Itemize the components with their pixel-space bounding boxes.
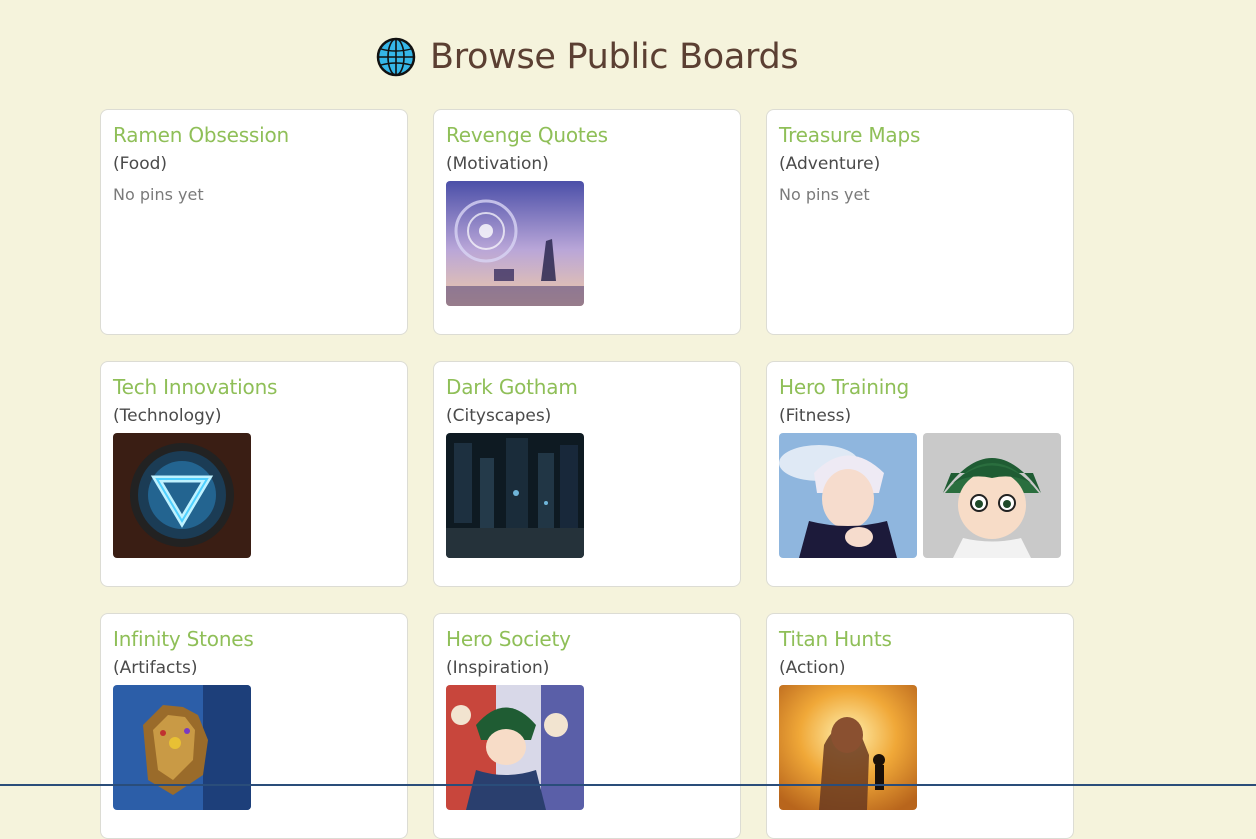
board-card[interactable]: Ramen Obsession (Food) No pins yet — [100, 109, 408, 335]
pin-list — [113, 685, 395, 810]
pin-list — [446, 685, 728, 810]
board-name[interactable]: Tech Innovations — [113, 373, 395, 401]
board-category: (Artifacts) — [113, 658, 198, 678]
board-card[interactable]: Hero Training (Fitness) — [766, 361, 1074, 587]
board-name[interactable]: Infinity Stones — [113, 625, 395, 653]
board-name[interactable]: Treasure Maps — [779, 121, 1061, 149]
empty-pins-text: No pins yet — [779, 185, 870, 204]
board-name[interactable]: Titan Hunts — [779, 625, 1061, 653]
dark-city-image[interactable] — [446, 433, 584, 558]
pin-list — [113, 433, 395, 558]
white-hair-character-image[interactable] — [779, 433, 917, 558]
board-category: (Inspiration) — [446, 658, 550, 678]
board-category: (Motivation) — [446, 154, 549, 174]
board-name[interactable]: Dark Gotham — [446, 373, 728, 401]
boards-grid: Ramen Obsession (Food) No pins yet Reven… — [100, 109, 1075, 839]
empty-pins-text: No pins yet — [113, 185, 204, 204]
board-card[interactable]: Hero Society (Inspiration) — [433, 613, 741, 839]
hero-group-image[interactable] — [446, 685, 584, 810]
board-category: (Fitness) — [779, 406, 852, 426]
board-name[interactable]: Revenge Quotes — [446, 121, 728, 149]
board-name[interactable]: Hero Society — [446, 625, 728, 653]
board-card[interactable]: Titan Hunts (Action) — [766, 613, 1074, 839]
pin-list — [779, 433, 1061, 558]
board-card[interactable]: Revenge Quotes (Motivation) — [433, 109, 741, 335]
titan-fire-image[interactable] — [779, 685, 917, 810]
arc-reactor-image[interactable] — [113, 433, 251, 558]
globe-icon — [376, 37, 416, 77]
pin-list — [446, 433, 728, 558]
board-category: (Action) — [779, 658, 846, 678]
gauntlet-image[interactable] — [113, 685, 251, 810]
board-category: (Cityscapes) — [446, 406, 552, 426]
board-card[interactable]: Infinity Stones (Artifacts) — [100, 613, 408, 839]
board-category: (Food) — [113, 154, 168, 174]
page-title: Browse Public Boards — [430, 37, 799, 77]
board-card[interactable]: Tech Innovations (Technology) — [100, 361, 408, 587]
board-card[interactable]: Treasure Maps (Adventure) No pins yet — [766, 109, 1074, 335]
pin-list — [446, 181, 728, 306]
page-header: Browse Public Boards — [376, 36, 799, 78]
pin-list — [779, 685, 1061, 810]
board-name[interactable]: Ramen Obsession — [113, 121, 395, 149]
board-category: (Adventure) — [779, 154, 881, 174]
green-hair-character-image[interactable] — [923, 433, 1061, 558]
board-card[interactable]: Dark Gotham (Cityscapes) — [433, 361, 741, 587]
board-category: (Technology) — [113, 406, 222, 426]
board-name[interactable]: Hero Training — [779, 373, 1061, 401]
fantasy-sky-image[interactable] — [446, 181, 584, 306]
